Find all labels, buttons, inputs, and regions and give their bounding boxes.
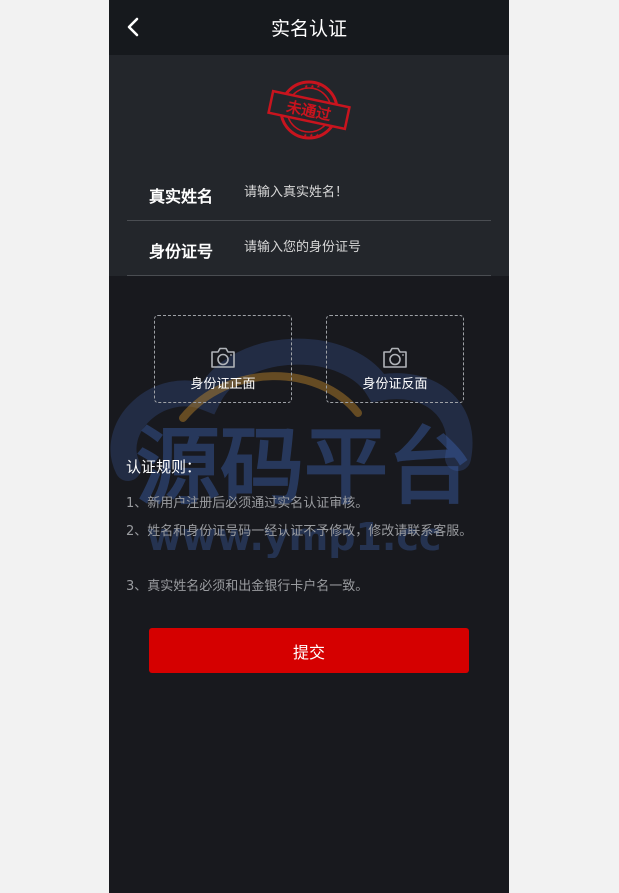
app-header: 实名认证	[109, 0, 509, 55]
rejected-stamp: ★ ★ ★ ★ ★ ★ 未通过	[267, 80, 351, 140]
camera-icon	[211, 347, 235, 368]
rule-item-2: 2、姓名和身份证号码一经认证不予修改，修改请联系客服。	[126, 524, 473, 539]
phone-screen: 实名认证 ★ ★ ★ ★ ★ ★ 未通过 真实姓名 身份证号 源码平台 www.…	[109, 0, 509, 893]
id-number-row: 身份证号	[127, 220, 491, 276]
id-number-label: 身份证号	[149, 242, 214, 261]
id-number-input[interactable]	[244, 234, 484, 260]
page-title: 实名认证	[270, 18, 347, 40]
id-back-caption: 身份证反面	[362, 377, 428, 392]
svg-text:★ ★ ★: ★ ★ ★	[303, 133, 320, 139]
svg-text:★ ★ ★: ★ ★ ★	[304, 84, 321, 90]
submit-button[interactable]: 提交	[149, 628, 469, 673]
id-front-upload[interactable]: 身份证正面	[154, 315, 292, 403]
rules-title: 认证规则：	[126, 458, 202, 476]
rule-item-1: 1、新用户注册后必须通过实名认证审核。	[126, 496, 369, 511]
rule-item-3: 3、真实姓名必须和出金银行卡户名一致。	[126, 579, 369, 594]
id-back-upload[interactable]: 身份证反面	[326, 315, 464, 403]
real-name-label: 真实姓名	[149, 187, 214, 206]
real-name-input[interactable]	[244, 179, 484, 205]
camera-icon	[383, 347, 407, 368]
real-name-row: 真实姓名	[127, 165, 491, 221]
id-front-caption: 身份证正面	[190, 377, 256, 392]
verification-form: ★ ★ ★ ★ ★ ★ 未通过 真实姓名 身份证号	[109, 55, 509, 276]
